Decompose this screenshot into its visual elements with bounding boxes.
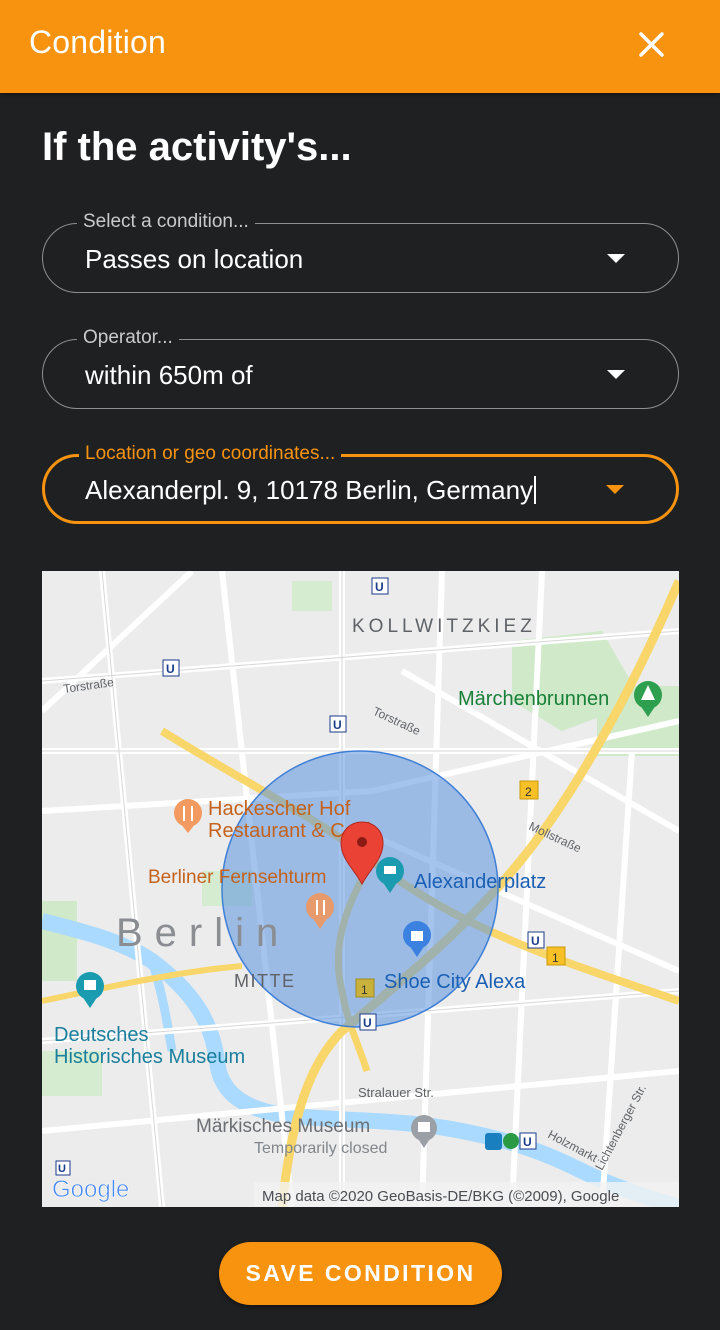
svg-text:U: U: [166, 662, 175, 676]
condition-select-value: Passes on location: [85, 244, 304, 274]
map-label: Hackescher Hof: [208, 798, 351, 820]
transit-station-icon: U: [485, 1132, 537, 1150]
route-shield: 1: [355, 978, 375, 998]
close-icon[interactable]: [630, 24, 674, 68]
svg-text:1: 1: [552, 951, 559, 965]
svg-text:U: U: [58, 1163, 66, 1175]
map-label: MITTE: [234, 971, 296, 991]
map-label: Märkisches Museum: [196, 1116, 370, 1137]
map-label: Stralauer Str.: [358, 1085, 434, 1100]
form-heading: If the activity's...: [42, 125, 352, 169]
svg-text:2: 2: [525, 785, 532, 799]
svg-text:U: U: [363, 1016, 372, 1030]
park-area: [292, 581, 332, 611]
map-label: Historisches Museum: [54, 1046, 245, 1068]
map-label: Deutsches: [54, 1024, 149, 1046]
map-label: Alexanderplatz: [414, 871, 546, 893]
map-label: Shoe City Alexa: [384, 971, 526, 993]
svg-text:U: U: [333, 718, 342, 732]
ubahn-icon: U: [371, 577, 389, 595]
dropdown-arrow-icon[interactable]: [607, 370, 625, 379]
dropdown-arrow-icon[interactable]: [607, 254, 625, 263]
location-input-value[interactable]: Alexanderpl. 9, 10178 Berlin, Germany: [85, 475, 537, 506]
ubahn-icon: U: [359, 1013, 377, 1031]
map-label: KOLLWITZKIEZ: [352, 616, 536, 637]
operator-select[interactable]: Operator... within 650m of: [42, 327, 679, 409]
ubahn-icon: U: [55, 1160, 71, 1176]
save-condition-button[interactable]: SAVE CONDITION: [219, 1242, 502, 1305]
operator-select-value: within 650m of: [85, 360, 253, 390]
map-label: Berliner Fernsehturm: [148, 867, 326, 888]
route-shield: 1: [546, 946, 566, 966]
museum-marker-icon: [411, 1115, 437, 1148]
svg-text:U: U: [375, 580, 384, 594]
map-label: Torstraße: [371, 704, 423, 738]
map-view[interactable]: KOLLWITZKIEZ Torstraße Torstraße Märchen…: [42, 571, 679, 1207]
svg-text:U: U: [531, 934, 540, 948]
museum-marker-icon: [76, 972, 104, 1008]
svg-text:1: 1: [361, 983, 368, 997]
map-label: Lichtenberger Str.: [592, 1082, 649, 1172]
location-input-label: Location or geo coordinates...: [79, 443, 342, 465]
text-cursor: [534, 476, 537, 504]
ubahn-icon: U: [527, 931, 545, 949]
condition-select[interactable]: Select a condition... Passes on location: [42, 211, 679, 293]
google-logo: Google: [52, 1176, 129, 1203]
map-label: Märchenbrunnen: [458, 688, 609, 710]
park-area: [42, 901, 77, 981]
map-label: Berlin: [116, 911, 290, 955]
location-input[interactable]: Location or geo coordinates... Alexander…: [42, 443, 679, 524]
dropdown-arrow-icon[interactable]: [606, 485, 624, 494]
dialog-title: Condition: [29, 24, 167, 60]
operator-select-label: Operator...: [77, 327, 179, 349]
svg-text:U: U: [523, 1135, 532, 1149]
route-shield: 2: [519, 780, 539, 800]
map-label: Temporarily closed: [254, 1140, 387, 1157]
top-app-bar: Condition: [0, 0, 720, 93]
ubahn-icon: U: [162, 659, 180, 677]
condition-select-label: Select a condition...: [77, 211, 255, 233]
map-attribution[interactable]: Map data ©2020 GeoBasis-DE/BKG (©2009), …: [262, 1188, 619, 1205]
ubahn-icon: U: [329, 715, 347, 733]
